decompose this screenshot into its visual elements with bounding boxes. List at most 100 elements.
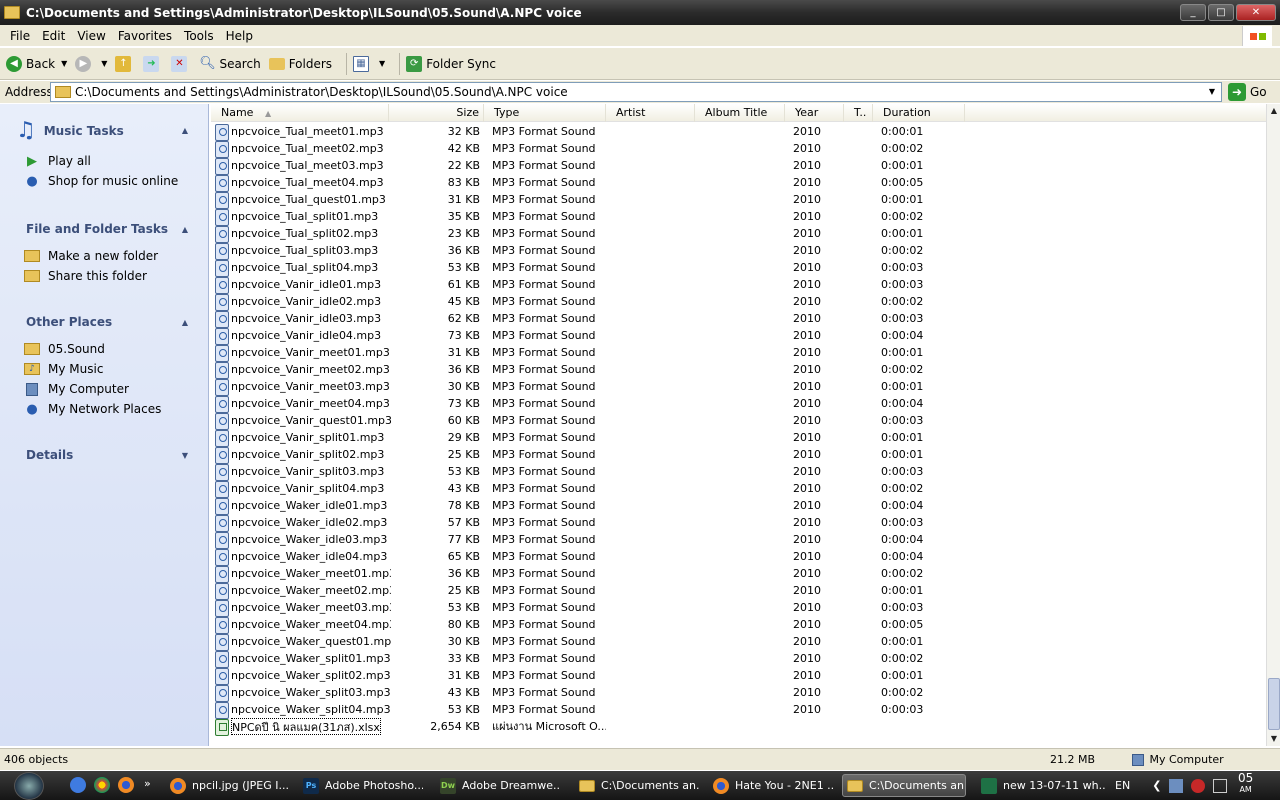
minimize-button[interactable]: _ <box>1180 4 1206 21</box>
place-my-music[interactable]: ♪ My Music <box>24 359 196 379</box>
table-row[interactable]: npcvoice_Vanir_split04.mp3 43 KB MP3 Forma… <box>211 480 1267 498</box>
table-row[interactable]: NPCดปี นิ ผลแมค(31ภส).xlsx 2,654 KB แผ่นงา… <box>211 718 1267 736</box>
table-row[interactable]: npcvoice_Vanir_idle01.mp3 61 KB MP3 Format… <box>211 276 1267 294</box>
ie-icon[interactable] <box>70 777 86 793</box>
table-row[interactable]: npcvoice_Vanir_idle04.mp3 73 KB MP3 Format… <box>211 327 1267 345</box>
views-dropdown-icon[interactable]: ▼ <box>379 59 385 68</box>
column-year[interactable]: Year <box>785 104 844 122</box>
language-indicator[interactable]: EN <box>1115 779 1130 792</box>
security-tray-icon[interactable] <box>1191 778 1206 793</box>
details-header[interactable]: Details ▼ <box>16 448 196 462</box>
taskbar-button[interactable]: Dw Adobe Dreamwe... <box>436 774 560 797</box>
make-new-folder-link[interactable]: Make a new folder <box>24 246 196 266</box>
folder-sync-button[interactable]: ⟳ Folder Sync <box>406 55 496 72</box>
menu-view[interactable]: View <box>71 29 111 43</box>
table-row[interactable]: npcvoice_Tual_quest01.mp3 31 KB MP3 Format… <box>211 191 1267 209</box>
table-row[interactable]: npcvoice_Tual_meet03.mp3 22 KB MP3 Format … <box>211 157 1267 175</box>
table-row[interactable]: npcvoice_Vanir_meet04.mp3 73 KB MP3 Format… <box>211 395 1267 413</box>
table-row[interactable]: npcvoice_Waker_idle03.mp3 77 KB MP3 Format… <box>211 531 1267 549</box>
table-row[interactable]: npcvoice_Tual_split01.mp3 35 KB MP3 Format… <box>211 208 1267 226</box>
chrome-icon[interactable] <box>94 777 110 793</box>
start-button[interactable] <box>14 772 44 800</box>
move-to-button[interactable]: ➜ <box>143 55 163 72</box>
table-row[interactable]: npcvoice_Tual_split02.mp3 23 KB MP3 Format… <box>211 225 1267 243</box>
clock[interactable]: 05 AM <box>1238 772 1253 795</box>
shop-music-link[interactable]: ● Shop for music online <box>24 171 196 191</box>
expand-icon[interactable]: ▼ <box>182 451 188 460</box>
table-row[interactable]: npcvoice_Waker_split03.mp3 43 KB MP3 Forma… <box>211 684 1267 702</box>
place-05-sound[interactable]: 05.Sound <box>24 339 196 359</box>
table-row[interactable]: npcvoice_Vanir_idle03.mp3 62 KB MP3 Format… <box>211 310 1267 328</box>
vertical-scrollbar[interactable]: ▲ ▼ <box>1266 104 1280 746</box>
chevron-down-icon[interactable]: ▼ <box>1205 85 1219 99</box>
table-row[interactable]: npcvoice_Waker_meet01.mp3 36 KB MP3 Format… <box>211 565 1267 583</box>
collapse-icon[interactable]: ▲ <box>182 225 188 234</box>
column-album[interactable]: Album Title <box>695 104 785 122</box>
share-folder-link[interactable]: Share this folder <box>24 266 196 286</box>
taskbar-button[interactable]: npcil.jpg (JPEG I... <box>166 774 290 797</box>
column-artist[interactable]: Artist <box>606 104 695 122</box>
table-row[interactable]: npcvoice_Tual_meet04.mp3 83 KB MP3 Format … <box>211 174 1267 192</box>
place-my-computer[interactable]: My Computer <box>24 379 196 399</box>
taskbar-button[interactable]: new 13-07-11 wh... <box>977 774 1105 797</box>
table-row[interactable]: npcvoice_Vanir_split01.mp3 29 KB MP3 Forma… <box>211 429 1267 447</box>
collapse-icon[interactable]: ▲ <box>182 126 188 135</box>
taskbar-button[interactable]: Hate You - 2NE1 ... <box>709 774 833 797</box>
music-tasks-header[interactable]: ♫ Music Tasks ▲ <box>16 118 196 143</box>
table-row[interactable]: npcvoice_Waker_meet02.mp3 25 KB MP3 Format… <box>211 582 1267 600</box>
menu-file[interactable]: File <box>4 29 36 43</box>
close-button[interactable]: ✕ <box>1236 4 1276 21</box>
go-button[interactable]: ➜ Go <box>1228 83 1267 101</box>
taskbar-button[interactable]: C:\Documents an... <box>842 774 966 797</box>
table-row[interactable]: npcvoice_Vanir_idle02.mp3 45 KB MP3 Format… <box>211 293 1267 311</box>
column-type[interactable]: Type <box>484 104 606 122</box>
up-folder-button[interactable]: ↑ <box>115 55 135 72</box>
table-row[interactable]: npcvoice_Tual_split03.mp3 36 KB MP3 Format… <box>211 242 1267 260</box>
menu-tools[interactable]: Tools <box>178 29 220 43</box>
search-button[interactable]: 🔍︎ Search <box>199 56 260 72</box>
safely-remove-icon[interactable] <box>1213 778 1228 793</box>
taskbar-button[interactable]: C:\Documents an... <box>575 774 699 797</box>
place-my-network[interactable]: ● My Network Places <box>24 399 196 419</box>
collapse-icon[interactable]: ▲ <box>182 318 188 327</box>
play-all-link[interactable]: ▶ Play all <box>24 151 196 171</box>
table-row[interactable]: npcvoice_Waker_split02.mp3 31 KB MP3 Forma… <box>211 667 1267 685</box>
forward-dropdown-icon[interactable]: ▼ <box>101 59 107 68</box>
folders-button[interactable]: Folders <box>268 57 332 71</box>
table-row[interactable]: npcvoice_Tual_meet02.mp3 42 KB MP3 Format … <box>211 140 1267 158</box>
table-row[interactable]: npcvoice_Tual_split04.mp3 53 KB MP3 Format… <box>211 259 1267 277</box>
column-track[interactable]: T.. <box>844 104 873 122</box>
quicklaunch-overflow-icon[interactable]: » <box>144 777 151 790</box>
delete-button[interactable]: ✕ <box>171 55 191 72</box>
address-input[interactable]: C:\Documents and Settings\Administrator\… <box>50 82 1222 102</box>
back-button[interactable]: ◀ Back ▼ <box>6 55 67 72</box>
back-dropdown-icon[interactable]: ▼ <box>61 59 67 68</box>
column-size[interactable]: Size <box>389 104 484 122</box>
scroll-up-icon[interactable]: ▲ <box>1267 104 1280 118</box>
table-row[interactable]: npcvoice_Waker_idle02.mp3 57 KB MP3 Format… <box>211 514 1267 532</box>
table-row[interactable]: npcvoice_Vanir_meet03.mp3 30 KB MP3 Format… <box>211 378 1267 396</box>
views-button[interactable]: ▦ ▼ <box>353 55 385 72</box>
table-row[interactable]: npcvoice_Waker_idle01.mp3 78 KB MP3 Format… <box>211 497 1267 515</box>
network-tray-icon[interactable] <box>1169 778 1184 793</box>
maximize-button[interactable]: □ <box>1208 4 1234 21</box>
table-row[interactable]: npcvoice_Waker_split01.mp3 33 KB MP3 Forma… <box>211 650 1267 668</box>
taskbar-button[interactable]: Ps Adobe Photosho... <box>299 774 423 797</box>
table-row[interactable]: npcvoice_Tual_meet01.mp3 32 KB MP3 Format … <box>211 123 1267 141</box>
column-duration[interactable]: Duration <box>873 104 965 122</box>
table-row[interactable]: npcvoice_Vanir_split03.mp3 53 KB MP3 Forma… <box>211 463 1267 481</box>
table-row[interactable]: npcvoice_Vanir_meet02.mp3 36 KB MP3 Format… <box>211 361 1267 379</box>
table-row[interactable]: npcvoice_Waker_split04.mp3 53 KB MP3 Forma… <box>211 701 1267 719</box>
menu-help[interactable]: Help <box>220 29 259 43</box>
table-row[interactable]: npcvoice_Waker_meet03.mp3 53 KB MP3 Format… <box>211 599 1267 617</box>
file-folder-tasks-header[interactable]: File and Folder Tasks ▲ <box>16 222 196 236</box>
menu-favorites[interactable]: Favorites <box>112 29 178 43</box>
table-row[interactable]: npcvoice_Waker_meet04.mp3 80 KB MP3 Format… <box>211 616 1267 634</box>
other-places-header[interactable]: Other Places ▲ <box>16 315 196 329</box>
table-row[interactable]: npcvoice_Vanir_quest01.mp3 60 KB MP3 Forma… <box>211 412 1267 430</box>
scroll-down-icon[interactable]: ▼ <box>1267 732 1280 746</box>
menu-edit[interactable]: Edit <box>36 29 71 43</box>
table-row[interactable]: npcvoice_Waker_quest01.mp3 30 KB MP3 Forma… <box>211 633 1267 651</box>
firefox-icon[interactable] <box>118 777 134 793</box>
forward-button[interactable]: ▶ ▼ <box>75 55 107 72</box>
